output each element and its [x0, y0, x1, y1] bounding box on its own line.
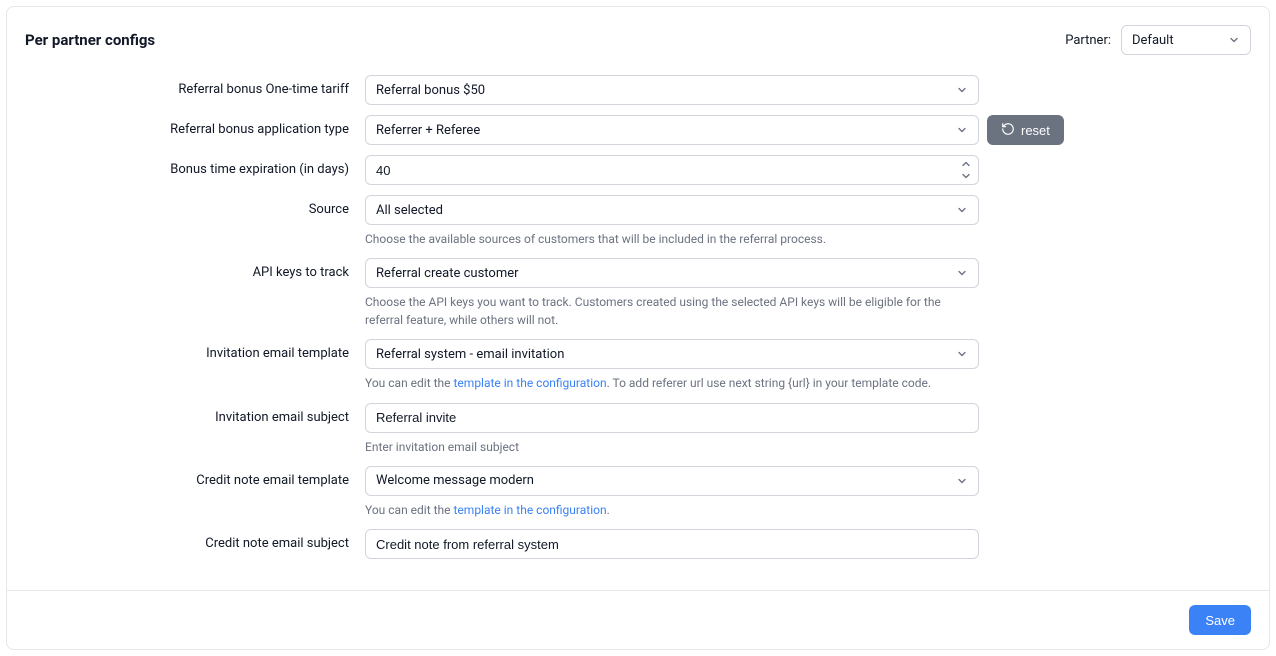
input-credit-note-subject-wrap	[365, 529, 979, 559]
help-api-keys: Choose the API keys you want to track. C…	[365, 294, 979, 329]
label-bonus-time-expiration: Bonus time expiration (in days)	[25, 155, 365, 177]
label-credit-note-subject: Credit note email subject	[25, 529, 365, 551]
select-invitation-email-template[interactable]: Referral system - email invitation	[365, 339, 979, 369]
link-template-config-2[interactable]: template in the configuration	[454, 503, 607, 517]
chevron-down-icon	[956, 348, 968, 360]
card-footer: Save	[7, 590, 1269, 649]
help-invitation-email-subject: Enter invitation email subject	[365, 439, 979, 456]
row-invitation-email-template: Invitation email template Referral syste…	[25, 339, 1251, 392]
save-button[interactable]: Save	[1189, 605, 1251, 635]
label-invitation-email-template: Invitation email template	[25, 339, 365, 361]
spinner-up[interactable]	[958, 158, 974, 170]
select-value: Referral bonus $50	[376, 83, 485, 98]
chevron-down-icon	[956, 204, 968, 216]
select-value: All selected	[376, 203, 443, 218]
input-bonus-time-expiration-wrap	[365, 155, 979, 185]
form-area: Referral bonus One-time tariff Referral …	[7, 67, 1269, 590]
help-source: Choose the available sources of customer…	[365, 231, 979, 248]
select-referral-bonus-app-type[interactable]: Referrer + Referee	[365, 115, 979, 145]
row-credit-note-template: Credit note email template Welcome messa…	[25, 466, 1251, 519]
reset-label: reset	[1021, 123, 1050, 138]
reset-icon	[1001, 122, 1015, 139]
row-invitation-email-subject: Invitation email subject Enter invitatio…	[25, 403, 1251, 456]
partner-select-wrap: Partner: Default	[1065, 25, 1251, 55]
select-value: Referral create customer	[376, 266, 519, 281]
label-credit-note-template: Credit note email template	[25, 466, 365, 488]
row-bonus-time-expiration: Bonus time expiration (in days)	[25, 155, 1251, 185]
partner-select-value: Default	[1132, 33, 1174, 48]
reset-button[interactable]: reset	[987, 115, 1064, 145]
row-api-keys: API keys to track Referral create custom…	[25, 258, 1251, 329]
spinner-down[interactable]	[958, 170, 974, 182]
chevron-down-icon	[956, 84, 968, 96]
label-referral-bonus-app-type: Referral bonus application type	[25, 115, 365, 137]
label-invitation-email-subject: Invitation email subject	[25, 403, 365, 425]
select-value: Referrer + Referee	[376, 123, 480, 138]
help-credit-note-template: You can edit the template in the configu…	[365, 502, 979, 519]
label-source: Source	[25, 195, 365, 217]
help-invitation-email-template: You can edit the template in the configu…	[365, 375, 979, 392]
config-card: Per partner configs Partner: Default Ref…	[6, 6, 1270, 650]
select-credit-note-template[interactable]: Welcome message modern	[365, 466, 979, 496]
row-referral-bonus-tariff: Referral bonus One-time tariff Referral …	[25, 75, 1251, 105]
select-referral-bonus-tariff[interactable]: Referral bonus $50	[365, 75, 979, 105]
link-template-config[interactable]: template in the configuration	[454, 376, 607, 390]
input-invitation-email-subject-wrap	[365, 403, 979, 433]
select-value: Referral system - email invitation	[376, 347, 564, 362]
page-title: Per partner configs	[25, 31, 155, 49]
input-bonus-time-expiration[interactable]	[376, 156, 954, 184]
chevron-down-icon	[956, 124, 968, 136]
input-credit-note-subject[interactable]	[376, 530, 968, 558]
chevron-down-icon	[1228, 34, 1240, 46]
chevron-down-icon	[956, 267, 968, 279]
input-invitation-email-subject[interactable]	[376, 404, 968, 432]
partner-select[interactable]: Default	[1121, 25, 1251, 55]
number-spinners	[958, 158, 974, 182]
card-header: Per partner configs Partner: Default	[7, 7, 1269, 67]
label-referral-bonus-tariff: Referral bonus One-time tariff	[25, 75, 365, 97]
row-credit-note-subject: Credit note email subject	[25, 529, 1251, 559]
row-referral-bonus-app-type: Referral bonus application type Referrer…	[25, 115, 1251, 145]
select-source[interactable]: All selected	[365, 195, 979, 225]
partner-label: Partner:	[1065, 33, 1111, 48]
select-api-keys[interactable]: Referral create customer	[365, 258, 979, 288]
row-source: Source All selected Choose the available…	[25, 195, 1251, 248]
select-value: Welcome message modern	[376, 473, 534, 488]
label-api-keys: API keys to track	[25, 258, 365, 280]
chevron-down-icon	[956, 475, 968, 487]
